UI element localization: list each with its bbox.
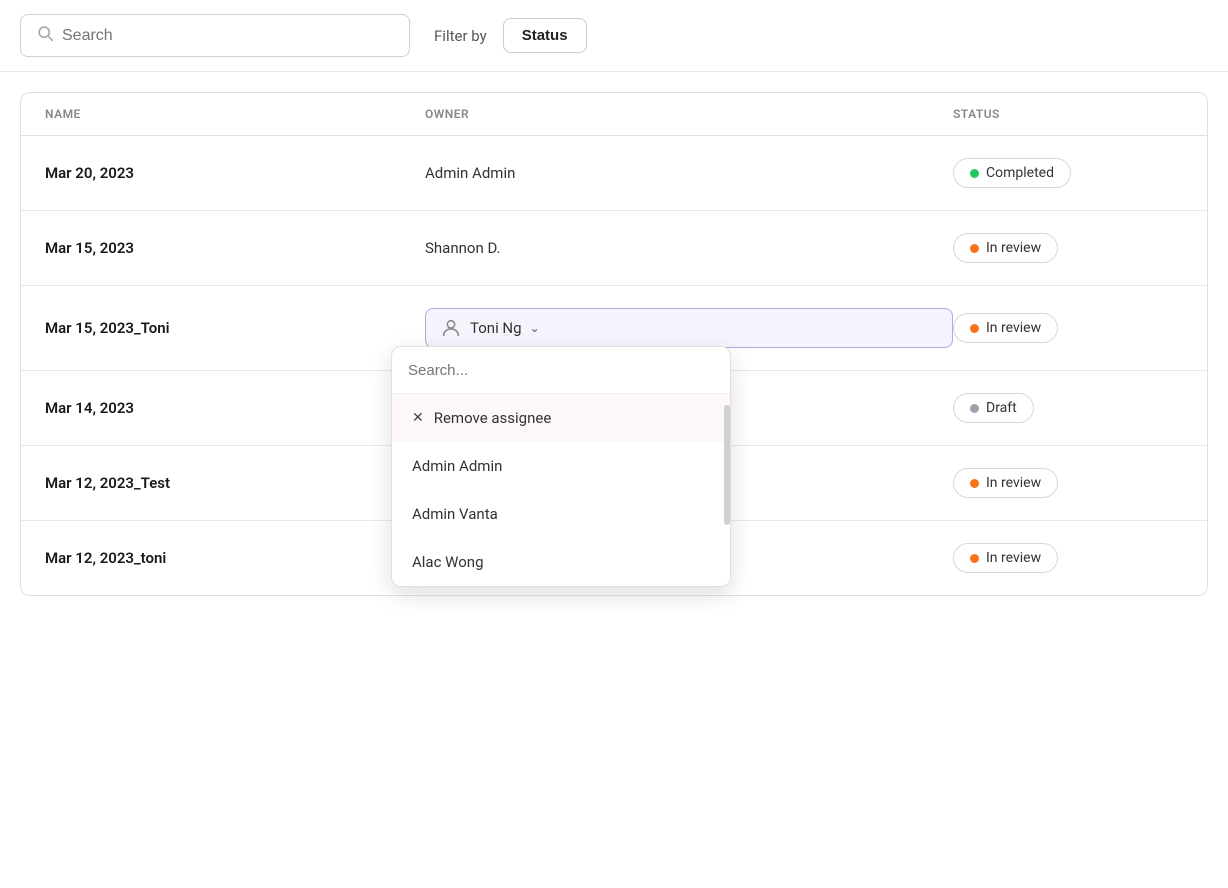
status-dot xyxy=(970,479,979,488)
owner-dropdown-menu: ✕ Remove assignee Admin Admin Admin Vant… xyxy=(391,346,731,587)
status-badge: Draft xyxy=(953,393,1034,423)
status-dot xyxy=(970,244,979,253)
search-icon xyxy=(37,25,54,46)
status-label: Draft xyxy=(986,400,1017,416)
remove-assignee-label: Remove assignee xyxy=(434,409,552,427)
row-name: Mar 15, 2023 xyxy=(45,239,425,257)
dropdown-scrollbar[interactable] xyxy=(724,405,730,525)
dropdown-user-item[interactable]: Admin Vanta xyxy=(392,490,730,538)
status-label: In review xyxy=(986,320,1041,336)
dropdown-search-box xyxy=(392,347,730,394)
table-container: NAME OWNER STATUS Mar 20, 2023 Admin Adm… xyxy=(20,92,1208,596)
table-header: NAME OWNER STATUS xyxy=(21,93,1207,136)
arrow-svg xyxy=(391,446,392,482)
status-label: In review xyxy=(986,550,1041,566)
chevron-down-icon: ⌄ xyxy=(530,321,540,335)
status-label: In review xyxy=(986,475,1041,491)
status-dot xyxy=(970,404,979,413)
search-input[interactable] xyxy=(62,27,393,45)
dropdown-user-item[interactable]: Alac Wong xyxy=(392,538,730,586)
status-badge: In review xyxy=(953,233,1058,263)
status-dot xyxy=(970,554,979,563)
row-name: Mar 20, 2023 xyxy=(45,164,425,182)
top-bar: Filter by Status xyxy=(0,0,1228,72)
row-name: Mar 15, 2023_Toni xyxy=(45,319,425,337)
dropdown-user-label: Admin Admin xyxy=(412,457,502,475)
remove-assignee-item[interactable]: ✕ Remove assignee xyxy=(392,394,730,442)
filter-label: Filter by xyxy=(434,27,487,45)
row-owner: Admin Admin xyxy=(425,164,953,182)
status-badge: In review xyxy=(953,543,1058,573)
dropdown-user-item[interactable]: Admin Admin xyxy=(392,442,730,490)
status-label: In review xyxy=(986,240,1041,256)
dropdown-user-label: Alac Wong xyxy=(412,553,484,571)
search-box xyxy=(20,14,410,57)
table-row: Mar 20, 2023 Admin Admin Completed xyxy=(21,136,1207,211)
table-row-toni: Mar 15, 2023_Toni Toni Ng ⌄ In review xyxy=(21,286,1207,371)
col-status-header: STATUS xyxy=(953,107,1183,121)
owner-dropdown-button[interactable]: Toni Ng ⌄ xyxy=(425,308,953,348)
status-badge: In review xyxy=(953,313,1058,343)
table-row: Mar 15, 2023 Shannon D. In review xyxy=(21,211,1207,286)
col-owner-header: OWNER xyxy=(425,107,953,121)
dropdown-user-label: Admin Vanta xyxy=(412,505,498,523)
status-badge: In review xyxy=(953,468,1058,498)
row-name: Mar 14, 2023 xyxy=(45,399,425,417)
row-name: Mar 12, 2023_Test xyxy=(45,474,425,492)
status-label: Completed xyxy=(986,165,1054,181)
avatar-icon xyxy=(440,317,462,339)
status-badge: Completed xyxy=(953,158,1071,188)
arrow-annotation xyxy=(391,446,392,482)
status-filter-button[interactable]: Status xyxy=(503,18,587,53)
x-icon: ✕ xyxy=(412,410,424,426)
row-owner: Shannon D. xyxy=(425,239,953,257)
row-name: Mar 12, 2023_toni xyxy=(45,549,425,567)
status-dot xyxy=(970,169,979,178)
status-dot xyxy=(970,324,979,333)
owner-dropdown-label: Toni Ng xyxy=(470,319,522,337)
dropdown-search-input[interactable] xyxy=(408,362,714,379)
col-name-header: NAME xyxy=(45,107,425,121)
